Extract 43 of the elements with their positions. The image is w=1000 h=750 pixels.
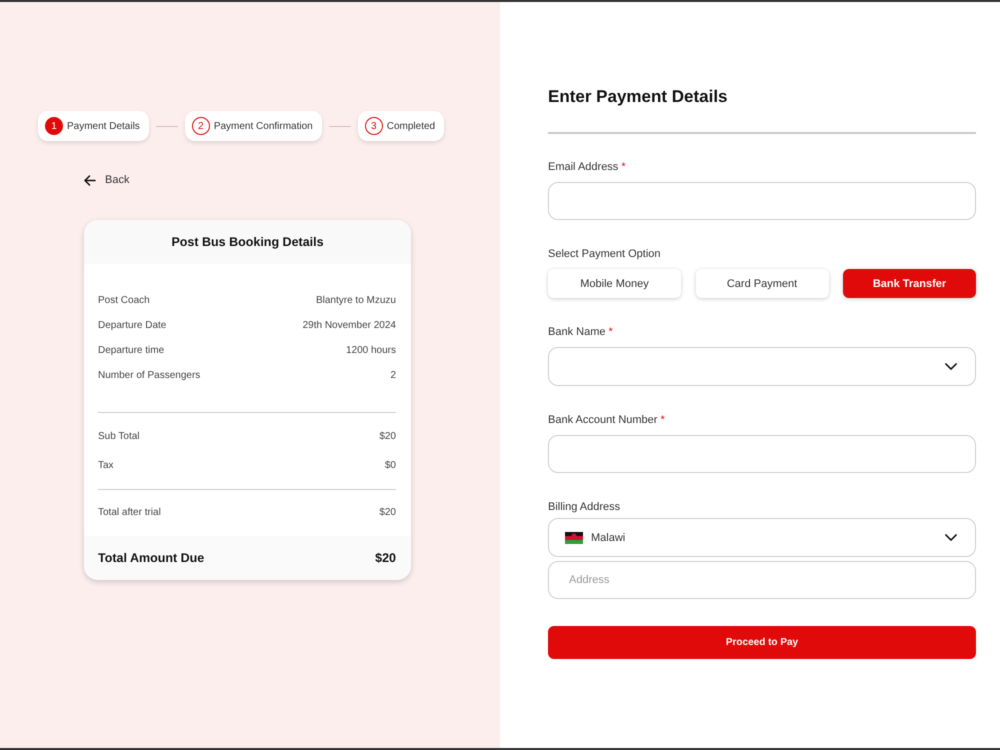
step-number: 1	[45, 117, 63, 135]
detail-label: Post Coach	[98, 294, 150, 306]
charge-label: Tax	[98, 460, 114, 470]
text-input-field[interactable]	[548, 182, 976, 220]
field-label: Bank Account Number *	[548, 413, 666, 427]
field-label: Email Address *	[548, 160, 627, 174]
payment-option-button[interactable]: Mobile Money	[548, 269, 681, 298]
flag-icon	[565, 532, 583, 544]
dropdown-select[interactable]	[548, 347, 976, 386]
detail-value: 1200 hours	[346, 344, 396, 356]
detail-label: Departure Date	[98, 320, 166, 330]
form-title: Enter Payment Details	[548, 87, 729, 107]
card-title: Post Bus Booking Details	[171, 234, 324, 248]
detail-value: 2	[390, 370, 396, 380]
total-label: Total Amount Due	[98, 550, 204, 564]
field-label: Bank Name *	[548, 325, 614, 339]
detail-value: Blantyre to Mzuzu	[316, 294, 396, 306]
back-arrow-icon	[84, 174, 96, 186]
country-select[interactable]: Malawi	[548, 518, 976, 557]
field-label: Billing Address	[548, 500, 622, 514]
chevron-down-icon	[945, 534, 957, 541]
total-after-trial-value: $20	[379, 507, 396, 518]
field-label: Select Payment Option	[548, 247, 662, 261]
detail-label: Departure time	[98, 344, 164, 356]
payment-option-button[interactable]: Bank Transfer	[843, 269, 976, 298]
back-link[interactable]: Back	[84, 172, 130, 188]
charge-label: Sub Total	[98, 430, 140, 442]
text-input-field[interactable]	[548, 435, 976, 473]
charge-value: $0	[384, 460, 396, 470]
step-number: 3	[364, 117, 383, 135]
proceed-button[interactable]: Proceed to Pay	[548, 626, 976, 659]
detail-value: 29th November 2024	[302, 320, 396, 330]
payment-option-button[interactable]: Card Payment	[696, 269, 828, 298]
address-field[interactable]: Address	[548, 561, 976, 599]
charge-value: $20	[379, 430, 396, 442]
step-label: Payment Confirmation	[214, 120, 313, 132]
total-after-trial-label: Total after trial	[98, 507, 161, 518]
total-value: $20	[375, 550, 396, 564]
step-number: 2	[192, 117, 210, 135]
step-label: Completed	[386, 120, 436, 132]
step-label: Payment Details	[67, 120, 140, 132]
detail-label: Number of Passengers	[98, 370, 200, 380]
chevron-down-icon	[945, 363, 957, 370]
